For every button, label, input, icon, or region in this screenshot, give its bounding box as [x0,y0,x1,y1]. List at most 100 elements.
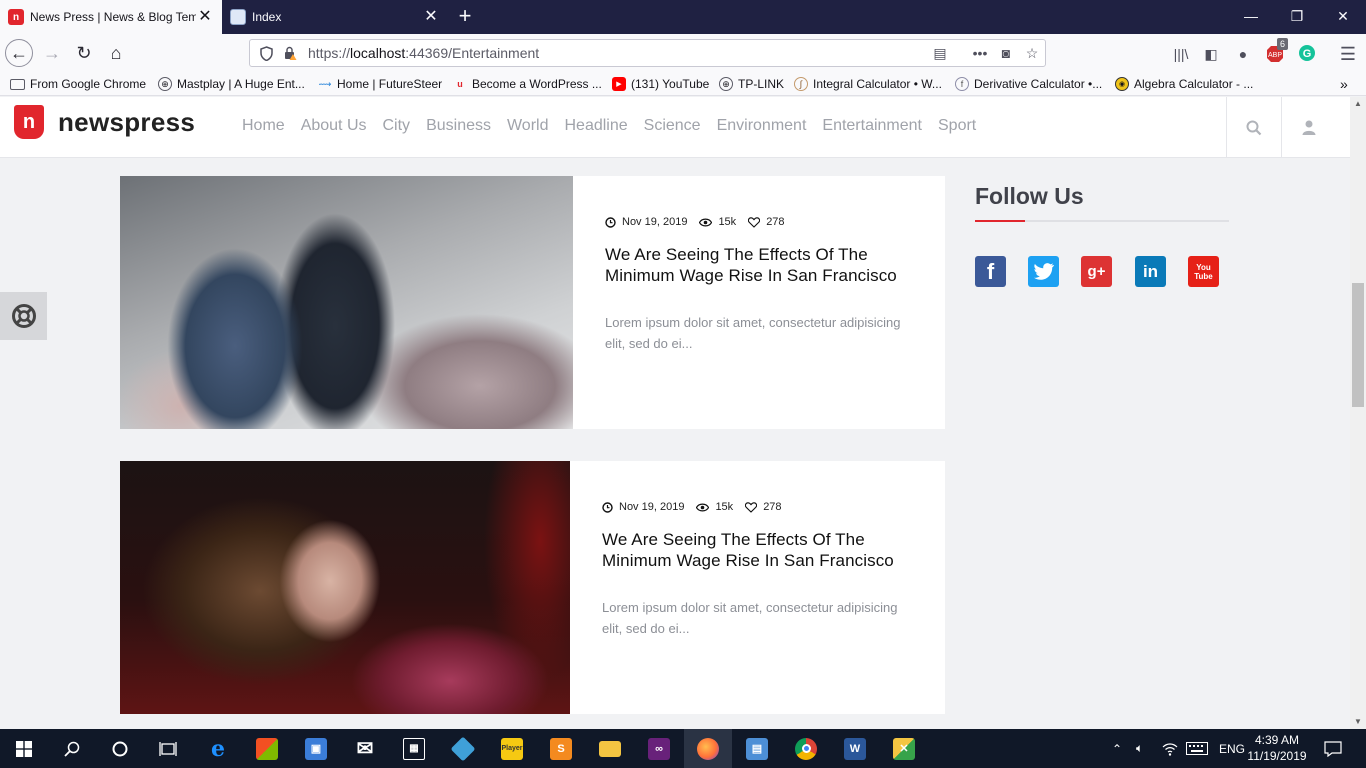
shield-icon[interactable] [258,45,274,61]
heart-icon [745,501,758,513]
search-button[interactable] [1226,97,1281,158]
nav-science[interactable]: Science [644,117,701,135]
site-logo[interactable]: n newspress [14,105,195,139]
scroll-up-icon[interactable]: ▲ [1350,97,1366,111]
firefox-taskbar-app[interactable] [684,729,732,768]
new-tab-icon[interactable]: + [452,0,478,34]
language-indicator[interactable]: ENG [1219,729,1245,768]
google-plus-icon[interactable]: g+ [1081,256,1112,287]
edge-taskbar-app[interactable]: e [194,729,242,768]
article-card[interactable]: Nov 19, 2019 15k 278 We Are Seeing The E… [120,461,945,714]
minimize-icon[interactable]: — [1228,0,1274,34]
store-taskbar-app[interactable] [243,729,291,768]
bookmark-item[interactable]: f Derivative Calculator •... [955,75,1102,93]
bookmark-folder[interactable]: From Google Chrome [10,75,146,93]
article-meta: Nov 19, 2019 15k 278 [605,216,915,228]
forward-icon[interactable]: → [38,39,66,67]
grammarly-icon[interactable]: G [1297,44,1317,64]
youtube-icon[interactable]: You Tube [1188,256,1219,287]
sidebar-title: Follow Us [975,183,1084,209]
nav-headline[interactable]: Headline [564,117,627,135]
bookmark-item[interactable]: ∫ Integral Calculator • W... [794,75,942,93]
close-tab-icon[interactable]: ✕ [422,9,440,25]
restore-icon[interactable]: ❐ [1274,0,1320,34]
nav-about-us[interactable]: About Us [301,117,367,135]
action-center-icon[interactable] [1324,729,1342,768]
tool-taskbar-app[interactable]: ✕ [880,729,928,768]
player-taskbar-app[interactable]: Player [488,729,536,768]
word-icon: W [844,737,866,760]
address-bar[interactable]: https://localhost:44369/Entertainment ▤ … [249,39,1046,67]
article-likes[interactable]: 278 [745,501,782,513]
help-widget-button[interactable] [0,292,47,340]
back-icon[interactable]: ← [5,39,33,67]
article-image[interactable] [120,176,573,429]
facebook-icon[interactable]: f [975,256,1006,287]
library-icon[interactable]: |||\ [1171,44,1191,64]
sublime-taskbar-app[interactable]: S [537,729,585,768]
visual-studio-icon: ∞ [648,737,670,760]
adblock-extension-icon[interactable]: ABP 6 [1265,38,1289,64]
calculator-icon: ▦ [403,737,425,760]
word-taskbar-app[interactable]: W [831,729,879,768]
browser-tab-bar: n News Press | News & Blog Temp ✕ Index … [0,0,1366,34]
article-title[interactable]: We Are Seeing The Effects Of The Minimum… [602,529,915,571]
mail-taskbar-app[interactable]: ✉ [341,729,389,768]
article-title[interactable]: We Are Seeing The Effects Of The Minimum… [605,244,915,286]
bookmark-star-icon[interactable]: ☆ [1019,45,1045,62]
search-taskbar-button[interactable] [48,729,96,768]
pocket-icon[interactable]: ◙ [993,45,1019,61]
taskbar-clock[interactable]: 4:39 AM 11/19/2019 [1244,732,1310,764]
visual-studio-taskbar-app[interactable]: ∞ [635,729,683,768]
article-card[interactable]: Nov 19, 2019 15k 278 We Are Seeing The E… [120,176,945,429]
volume-icon[interactable]: 🔈︎ [1136,729,1143,768]
home-icon[interactable]: ⌂ [102,39,130,67]
task-view-button[interactable] [144,729,192,768]
menu-icon[interactable]: ☰ [1338,44,1358,64]
scrollbar-thumb[interactable] [1352,283,1364,407]
tab-index[interactable]: Index ✕ [222,0,448,34]
bookmark-item[interactable]: u Become a WordPress ... [453,75,602,93]
article-likes[interactable]: 278 [748,216,785,228]
tab-newspress[interactable]: n News Press | News & Blog Temp ✕ [0,0,222,34]
account-icon[interactable]: ● [1233,44,1253,64]
nav-world[interactable]: World [507,117,549,135]
wifi-icon[interactable] [1162,729,1178,768]
remote-desktop-taskbar-app[interactable]: ▤ [733,729,781,768]
more-bookmarks-icon[interactable]: » [1340,75,1348,93]
article-image[interactable] [120,461,570,714]
nav-home[interactable]: Home [242,117,285,135]
bookmark-label: Mastplay | A Huge Ent... [177,77,305,91]
chrome-taskbar-app[interactable] [782,729,830,768]
page-scrollbar[interactable]: ▲ ▼ [1350,97,1366,729]
bookmark-item[interactable]: ◉ Algebra Calculator - ... [1115,75,1253,93]
reload-icon[interactable]: ↻ [70,39,98,67]
bookmark-item[interactable]: ⊕ TP-LINK [719,75,784,93]
calculator-taskbar-app[interactable]: ▦ [390,729,438,768]
nav-sport[interactable]: Sport [938,117,976,135]
scroll-down-icon[interactable]: ▼ [1350,715,1366,729]
keyboard-icon[interactable] [1186,729,1208,768]
bookmark-item[interactable]: ⊕ Mastplay | A Huge Ent... [158,75,305,93]
explorer-taskbar-app[interactable] [586,729,634,768]
nav-entertainment[interactable]: Entertainment [822,117,922,135]
reader-view-icon[interactable]: ▤ [927,45,953,62]
show-hidden-icons[interactable]: ⌃ [1112,729,1122,768]
nav-environment[interactable]: Environment [717,117,807,135]
close-tab-icon[interactable]: ✕ [196,9,214,25]
3d-app-taskbar[interactable] [439,729,487,768]
start-button[interactable] [0,729,48,768]
cortana-button[interactable] [96,729,144,768]
user-button[interactable] [1281,97,1336,158]
bookmark-item[interactable]: ⟿ Home | FutureSteer [318,75,443,93]
lock-warning-icon[interactable] [282,45,298,61]
close-window-icon[interactable]: ✕ [1320,0,1366,34]
sidebar-icon[interactable]: ◧ [1201,44,1221,64]
nav-business[interactable]: Business [426,117,491,135]
more-actions-icon[interactable]: ••• [967,45,993,61]
nav-city[interactable]: City [383,117,411,135]
network-app-taskbar[interactable]: ▣ [292,729,340,768]
bookmark-item[interactable]: ▶ (131) YouTube [612,75,709,93]
twitter-icon[interactable] [1028,256,1059,287]
linkedin-icon[interactable]: in [1135,256,1166,287]
